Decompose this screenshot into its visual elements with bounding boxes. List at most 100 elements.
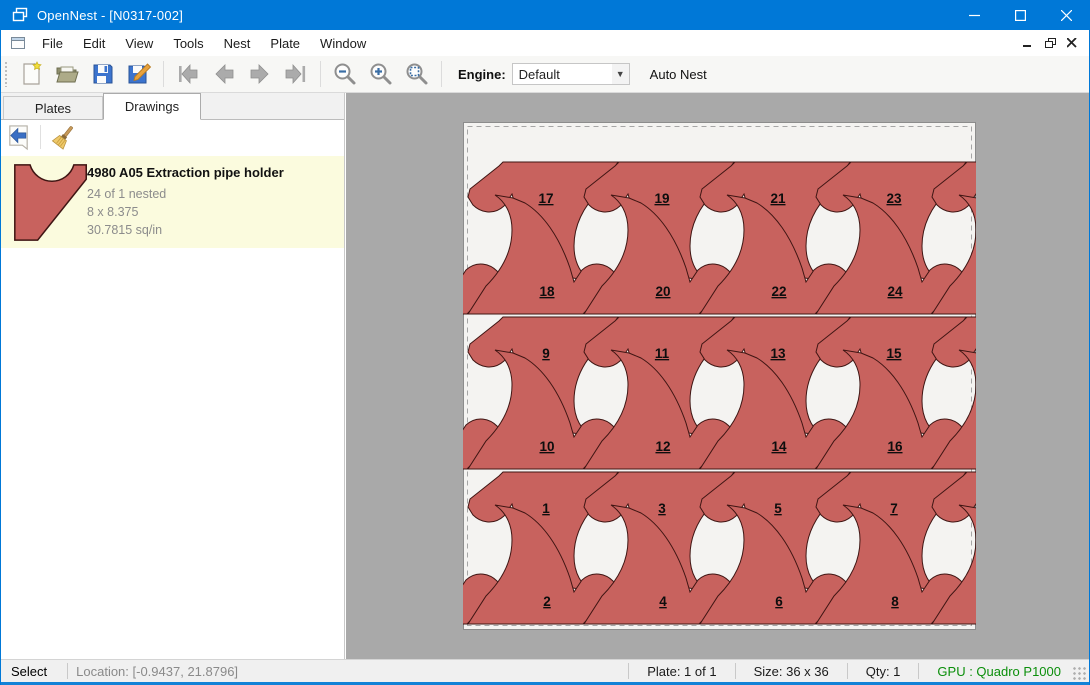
save-button[interactable] [85,58,121,90]
part-number: 4 [659,594,667,609]
menu-view[interactable]: View [115,32,163,55]
open-button[interactable] [49,58,85,90]
part-thumbnail [1,156,87,242]
broom-icon [50,124,77,151]
part-number: 18 [539,284,555,299]
previous-plate-button[interactable] [206,58,242,90]
part-number: 17 [538,191,553,206]
drawing-area: 30.7815 sq/in [87,221,284,239]
new-document-icon [18,61,44,87]
toolbar-separator [320,61,321,87]
part-number: 3 [658,501,666,516]
child-restore-button[interactable] [1039,34,1061,52]
part-number: 10 [539,439,554,454]
title-bar[interactable]: OpenNest - [N0317-002] [1,0,1089,30]
part-number: 14 [771,439,787,454]
save-as-icon [126,61,152,87]
page-arrow-left-icon [5,124,32,151]
child-close-button[interactable] [1061,34,1083,52]
clear-drawings-button[interactable] [46,122,80,152]
zoom-fit-icon [404,61,430,87]
engine-label: Engine: [458,67,506,82]
menu-file[interactable]: File [32,32,73,55]
menu-tools[interactable]: Tools [163,32,213,55]
plate-svg: 171819202122232491011121314151612345678 [463,122,976,630]
menu-plate[interactable]: Plate [260,32,310,55]
first-arrow-icon [175,61,201,87]
tab-plates[interactable]: Plates [3,96,103,119]
part-number: 6 [775,594,783,609]
zoom-in-icon [368,61,394,87]
minimize-button[interactable] [951,0,997,30]
part-number: 5 [774,501,782,516]
drawing-list-item[interactable]: 4980 A05 Extraction pipe holder 24 of 1 … [1,156,344,248]
child-minimize-button[interactable] [1017,34,1039,52]
mdi-child-icon[interactable] [10,35,26,51]
next-plate-button[interactable] [242,58,278,90]
panel-toolbar-separator [40,125,41,149]
toolbar-grip[interactable] [4,61,9,87]
status-plate: Plate: 1 of 1 [637,664,726,679]
return-to-drawings-button[interactable] [1,122,35,152]
left-panel: Plates Drawings [1,93,345,659]
part-number: 21 [770,191,786,206]
zoom-out-icon [332,61,358,87]
part-number: 20 [655,284,670,299]
panel-tabs: Plates Drawings [1,93,344,120]
app-icon [12,7,28,23]
status-mode: Select [11,664,47,679]
status-qty: Qty: 1 [856,664,911,679]
drawing-title: 4980 A05 Extraction pipe holder [87,165,284,180]
part-number: 19 [654,191,669,206]
last-arrow-icon [283,61,309,87]
drawing-dimensions: 8 x 8.375 [87,203,284,221]
zoom-out-button[interactable] [327,58,363,90]
drawing-nested-count: 24 of 1 nested [87,185,284,203]
part-number: 1 [542,501,550,516]
first-plate-button[interactable] [170,58,206,90]
last-plate-button[interactable] [278,58,314,90]
status-size: Size: 36 x 36 [744,664,839,679]
menu-window[interactable]: Window [310,32,376,55]
maximize-button[interactable] [997,0,1043,30]
toolbar-separator [441,61,442,87]
chevron-down-icon[interactable]: ▼ [612,64,629,84]
toolbar-separator [163,61,164,87]
part-number: 22 [771,284,786,299]
save-icon [90,61,116,87]
part-number: 2 [543,594,551,609]
zoom-fit-button[interactable] [399,58,435,90]
resize-grip[interactable] [1073,667,1087,681]
main-toolbar: Engine: Default ▼ Auto Nest [1,56,1089,93]
part-number: 7 [890,501,898,516]
part-number: 23 [886,191,902,206]
part-number: 11 [655,346,670,361]
nest-canvas[interactable]: 171819202122232491011121314151612345678 [346,93,1089,659]
new-button[interactable] [13,58,49,90]
menu-edit[interactable]: Edit [73,32,115,55]
open-folder-icon [54,61,80,87]
part-number: 12 [655,439,670,454]
part-number: 24 [887,284,903,299]
status-bar: Select Location: [-0.9437, 21.8796] Plat… [1,659,1089,682]
engine-select[interactable]: Default ▼ [512,63,630,85]
part-number: 16 [887,439,903,454]
status-location: Location: [-0.9437, 21.8796] [76,664,238,679]
previous-arrow-icon [211,61,237,87]
part-number: 8 [891,594,899,609]
status-gpu: GPU : Quadro P1000 [927,664,1071,679]
window-title: OpenNest - [N0317-002] [37,8,183,23]
zoom-in-button[interactable] [363,58,399,90]
auto-nest-button[interactable]: Auto Nest [644,63,713,86]
engine-value: Default [519,67,560,82]
close-button[interactable] [1043,0,1089,30]
next-arrow-icon [247,61,273,87]
part-number: 13 [770,346,786,361]
save-as-button[interactable] [121,58,157,90]
menu-bar: File Edit View Tools Nest Plate Window [1,30,1089,56]
drawings-toolbar [1,120,344,154]
menu-nest[interactable]: Nest [214,32,261,55]
opennest-window: OpenNest - [N0317-002] File Edit View To… [0,0,1090,685]
part-number: 15 [886,346,902,361]
tab-drawings[interactable]: Drawings [103,93,201,120]
